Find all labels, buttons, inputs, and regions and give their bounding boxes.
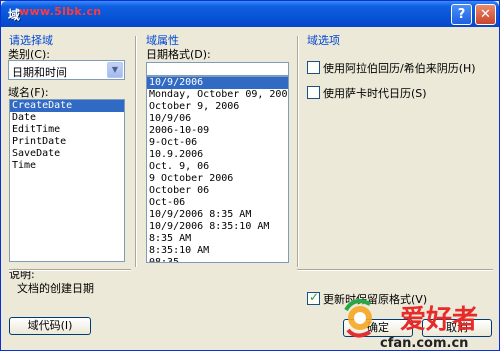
field-name-item[interactable]: Time	[10, 160, 124, 172]
date-format-item[interactable]: 10.9.2006	[147, 149, 288, 161]
field-name-item[interactable]: EditTime	[10, 124, 124, 136]
separator-right	[297, 36, 299, 267]
field-name-item[interactable]: CreateDate	[10, 100, 124, 112]
field-name-item[interactable]: PrintDate	[10, 136, 124, 148]
date-format-item[interactable]: 9-Oct-06	[147, 137, 288, 149]
checkmark-icon: ✓	[309, 290, 320, 304]
date-format-item[interactable]: 10/9/2006 8:35 AM	[147, 209, 288, 221]
preserve-format-checkbox[interactable]: ✓	[307, 290, 320, 305]
cfan-logo-graphic: 爱好者 cfan.com.cn	[344, 299, 478, 351]
question-icon: ?	[457, 7, 466, 22]
field-codes-button[interactable]: 域代码(I)	[9, 317, 91, 335]
description-text: 文档的创建日期	[17, 282, 94, 295]
field-name-item[interactable]: Date	[10, 112, 124, 124]
date-format-item[interactable]: 10/9/06	[147, 113, 288, 125]
date-format-item[interactable]: 10/9/2006	[147, 77, 288, 89]
close-icon: ✕	[480, 7, 491, 22]
cfan-logo: 爱好者 cfan.com.cn	[340, 292, 500, 351]
date-format-item[interactable]: 08:35	[147, 257, 288, 262]
chevron-down-icon[interactable]: ▼	[107, 62, 123, 78]
category-dropdown[interactable]: 日期和时间 ▼	[8, 60, 125, 80]
help-button[interactable]: ?	[451, 4, 472, 25]
field-names-label: 域名(F):	[8, 86, 49, 99]
title-bar[interactable]: 域 www.5lbk.cn ? ✕	[1, 1, 499, 27]
bottom-separator-right	[297, 269, 493, 271]
date-format-list[interactable]: 10/9/2006 Monday, October 09, 2006 October…	[146, 76, 289, 263]
date-format-item[interactable]: 10/9/2006 8:35:10 AM	[147, 221, 288, 233]
date-format-input[interactable]	[146, 62, 289, 76]
domain-text: cfan.com.cn	[380, 336, 468, 351]
brand-text: 爱好者	[400, 305, 478, 335]
date-format-item[interactable]: 8:35 AM	[147, 233, 288, 245]
arabic-calendar-label: 使用阿拉伯回历/希伯来阴历(H)	[323, 62, 476, 75]
saka-calendar-checkbox[interactable]	[307, 86, 320, 99]
date-format-item[interactable]: Monday, October 09, 2006	[147, 89, 288, 101]
date-format-item[interactable]: Oct. 9, 06	[147, 161, 288, 173]
watermark-url: www.5lbk.cn	[19, 5, 102, 18]
field-names-list[interactable]: CreateDate Date EditTime PrintDate SaveDate T…	[9, 99, 125, 262]
date-format-item[interactable]: 2006-10-09	[147, 125, 288, 137]
date-format-item[interactable]: 8:35:10 AM	[147, 245, 288, 257]
date-format-item[interactable]: 9 October 2006	[147, 173, 288, 185]
date-format-item[interactable]: Oct-06	[147, 197, 288, 209]
category-value: 日期和时间	[12, 66, 67, 79]
arabic-calendar-checkbox[interactable]	[307, 61, 320, 74]
saka-calendar-label: 使用萨卡时代日历(S)	[323, 87, 427, 100]
right-group-title: 域选项	[307, 34, 340, 47]
date-format-item[interactable]: October 9, 2006	[147, 101, 288, 113]
separator-left	[135, 36, 137, 267]
bottom-separator-left	[9, 269, 131, 271]
field-name-item[interactable]: SaveDate	[10, 148, 124, 160]
date-format-label: 日期格式(D):	[146, 48, 211, 61]
date-format-item[interactable]: October 06	[147, 185, 288, 197]
close-button[interactable]: ✕	[475, 4, 496, 25]
